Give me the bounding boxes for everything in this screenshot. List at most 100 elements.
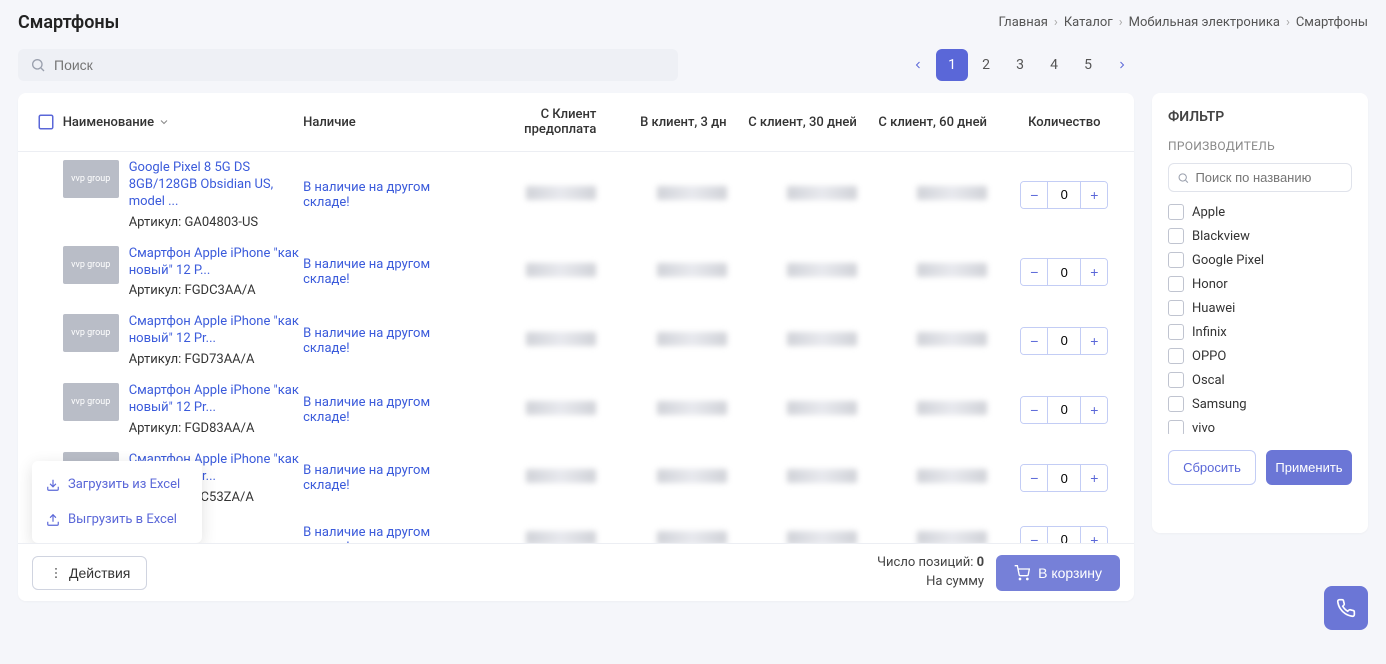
filter-checkbox[interactable] xyxy=(1168,348,1184,364)
filter-option[interactable]: Samsung xyxy=(1168,396,1352,412)
pagination-prev[interactable] xyxy=(902,49,934,81)
chevron-down-icon xyxy=(158,116,170,128)
filter-option[interactable]: Infinix xyxy=(1168,324,1352,340)
filter-checkbox[interactable] xyxy=(1168,420,1184,434)
select-all-icon[interactable] xyxy=(37,113,55,131)
upload-icon xyxy=(46,513,60,527)
qty-minus-button[interactable]: − xyxy=(1021,465,1047,491)
price-30d xyxy=(737,332,867,350)
chevron-right-icon: › xyxy=(1054,15,1058,30)
qty-input[interactable] xyxy=(1047,259,1081,285)
qty-plus-button[interactable]: + xyxy=(1081,397,1107,423)
actions-button[interactable]: Действия xyxy=(32,556,147,590)
filter-reset-button[interactable]: Сбросить xyxy=(1168,450,1256,485)
pagination-page[interactable]: 4 xyxy=(1038,49,1070,81)
table-footer: Действия Число позиций: 0 На сумму В кор… xyxy=(18,543,1134,601)
qty-plus-button[interactable]: + xyxy=(1081,182,1107,208)
filter-option[interactable]: vivo xyxy=(1168,420,1352,434)
qty-input[interactable] xyxy=(1047,182,1081,208)
price-60d xyxy=(867,401,997,419)
pagination: 12345 xyxy=(902,49,1138,81)
breadcrumb: Главная›Каталог›Мобильная электроника›См… xyxy=(998,15,1368,30)
price-prepay xyxy=(476,401,606,419)
qty-input[interactable] xyxy=(1047,328,1081,354)
action-load-excel[interactable]: Загрузить из Excel xyxy=(32,467,202,502)
qty-minus-button[interactable]: − xyxy=(1021,182,1047,208)
search-box[interactable] xyxy=(18,49,678,81)
pagination-page[interactable]: 1 xyxy=(936,49,968,81)
filter-option[interactable]: Blackview xyxy=(1168,228,1352,244)
call-fab[interactable] xyxy=(1324,586,1368,630)
page-title: Смартфоны xyxy=(18,12,119,33)
breadcrumb-link[interactable]: Каталог xyxy=(1064,15,1113,30)
qty-input[interactable] xyxy=(1047,397,1081,423)
product-link[interactable]: Смартфон Apple iPhone "как новый" 12 P..… xyxy=(129,246,299,278)
price-60d xyxy=(867,263,997,281)
price-prepay xyxy=(476,186,606,204)
col-header-avail: Наличие xyxy=(303,115,476,130)
price-3d xyxy=(606,401,736,419)
price-prepay xyxy=(476,469,606,487)
filter-option-label: Oscal xyxy=(1192,373,1225,388)
breadcrumb-link[interactable]: Смартфоны xyxy=(1296,15,1368,30)
filter-option[interactable]: Google Pixel xyxy=(1168,252,1352,268)
quantity-stepper[interactable]: − + xyxy=(1020,258,1108,286)
filter-option[interactable]: OPPO xyxy=(1168,348,1352,364)
qty-plus-button[interactable]: + xyxy=(1081,328,1107,354)
pagination-next[interactable] xyxy=(1106,49,1138,81)
filter-apply-button[interactable]: Применить xyxy=(1266,450,1352,485)
pagination-page[interactable]: 3 xyxy=(1004,49,1036,81)
price-60d xyxy=(867,332,997,350)
quantity-stepper[interactable]: − + xyxy=(1020,464,1108,492)
filter-option[interactable]: Huawei xyxy=(1168,300,1352,316)
filter-checkbox[interactable] xyxy=(1168,228,1184,244)
filter-checkbox[interactable] xyxy=(1168,372,1184,388)
action-export-excel[interactable]: Выгрузить в Excel xyxy=(32,502,202,537)
search-input[interactable] xyxy=(54,57,666,73)
filter-checkbox[interactable] xyxy=(1168,204,1184,220)
quantity-stepper[interactable]: − + xyxy=(1020,396,1108,424)
table-row: vvp group Google Pixel 8 5G DS 8GB/128GB… xyxy=(18,152,1134,238)
quantity-stepper[interactable]: − + xyxy=(1020,181,1108,209)
product-link[interactable]: Смартфон Apple iPhone "как новый" 12 Pr.… xyxy=(129,314,299,346)
table-row: vvp group Смартфон Apple iPhone "как нов… xyxy=(18,375,1134,444)
pagination-page[interactable]: 2 xyxy=(970,49,1002,81)
product-link[interactable]: Google Pixel 8 5G DS 8GB/128GB Obsidian … xyxy=(129,160,274,209)
filter-option-label: Infinix xyxy=(1192,325,1227,340)
add-to-cart-button[interactable]: В корзину xyxy=(996,555,1120,591)
col-header-name[interactable]: Наименование xyxy=(63,115,303,130)
qty-input[interactable] xyxy=(1047,465,1081,491)
availability-text: В наличие на другом складе! xyxy=(303,463,476,493)
qty-plus-button[interactable]: + xyxy=(1081,465,1107,491)
price-30d xyxy=(737,401,867,419)
filter-option[interactable]: Oscal xyxy=(1168,372,1352,388)
filter-checkbox[interactable] xyxy=(1168,252,1184,268)
qty-minus-button[interactable]: − xyxy=(1021,397,1047,423)
price-prepay xyxy=(476,263,606,281)
filter-search-input[interactable] xyxy=(1195,170,1343,185)
filter-option[interactable]: Honor xyxy=(1168,276,1352,292)
price-60d xyxy=(867,186,997,204)
filter-checkbox[interactable] xyxy=(1168,300,1184,316)
price-3d xyxy=(606,263,736,281)
qty-minus-button[interactable]: − xyxy=(1021,328,1047,354)
price-3d xyxy=(606,186,736,204)
filter-checkbox[interactable] xyxy=(1168,396,1184,412)
qty-plus-button[interactable]: + xyxy=(1081,259,1107,285)
filter-checkbox[interactable] xyxy=(1168,324,1184,340)
pagination-page[interactable]: 5 xyxy=(1072,49,1104,81)
search-icon xyxy=(1177,171,1189,185)
filter-search-box[interactable] xyxy=(1168,163,1352,192)
download-icon xyxy=(46,478,60,492)
cart-icon xyxy=(1014,565,1030,581)
filter-option-label: vivo xyxy=(1192,421,1215,435)
quantity-stepper[interactable]: − + xyxy=(1020,327,1108,355)
product-thumb: vvp group xyxy=(63,314,119,352)
filter-checkbox[interactable] xyxy=(1168,276,1184,292)
qty-minus-button[interactable]: − xyxy=(1021,259,1047,285)
breadcrumb-link[interactable]: Мобильная электроника xyxy=(1129,15,1280,30)
availability-text: В наличие на другом складе! xyxy=(303,180,476,210)
filter-option[interactable]: Apple xyxy=(1168,204,1352,220)
breadcrumb-link[interactable]: Главная xyxy=(998,15,1047,30)
product-link[interactable]: Смартфон Apple iPhone "как новый" 12 Pr.… xyxy=(129,383,299,415)
